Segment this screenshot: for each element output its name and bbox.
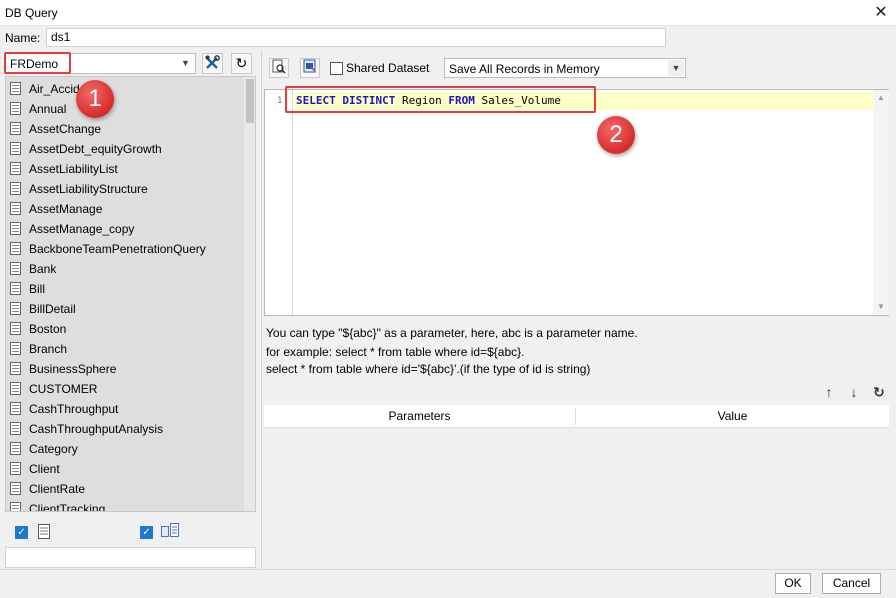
list-item[interactable]: AssetLiabilityList	[6, 159, 244, 179]
table-icon	[10, 442, 21, 455]
help-line-1: You can type "${abc}" as a parameter, he…	[266, 326, 638, 340]
shared-dataset-checkbox[interactable]	[330, 62, 343, 75]
annotation-box-sql	[285, 86, 596, 113]
tools-icon	[205, 55, 220, 69]
table-icon	[10, 242, 21, 255]
table-icon	[10, 142, 21, 155]
move-down-icon[interactable]: ↓	[846, 384, 862, 400]
table-icon	[10, 262, 21, 275]
table-icon	[10, 342, 21, 355]
scroll-down-icon[interactable]: ▼	[873, 302, 889, 311]
list-item[interactable]: AssetLiabilityStructure	[6, 179, 244, 199]
preview-button[interactable]	[269, 58, 289, 78]
chevron-down-icon[interactable]: ▼	[178, 56, 193, 71]
table-icon	[10, 102, 21, 115]
list-item[interactable]: CashThroughput	[6, 399, 244, 419]
show-views-checkbox[interactable]: ✓	[140, 526, 153, 539]
table-icon	[10, 162, 21, 175]
list-item[interactable]: AssetManage	[6, 199, 244, 219]
panel-divider	[261, 51, 262, 569]
list-item[interactable]: BusinessSphere	[6, 359, 244, 379]
line-gutter: 1	[265, 90, 293, 315]
table-icon	[10, 482, 21, 495]
list-item[interactable]: Annual	[6, 99, 244, 119]
table-icon	[10, 422, 21, 435]
annotation-box-datasource	[4, 52, 71, 74]
show-tables-checkbox[interactable]: ✓	[15, 526, 28, 539]
editor-scrollbar[interactable]: ▲ ▼	[873, 90, 889, 315]
help-line-3: select * from table where id='${abc}'.(i…	[266, 362, 591, 376]
list-item[interactable]: AssetManage_copy	[6, 219, 244, 239]
chevron-down-icon[interactable]: ▼	[668, 60, 684, 76]
table-filter-input[interactable]	[5, 547, 256, 568]
memory-mode-selected: Save All Records in Memory	[449, 62, 600, 76]
name-label: Name:	[5, 31, 41, 45]
list-item[interactable]: Bill	[6, 279, 244, 299]
list-item[interactable]: Client	[6, 459, 244, 479]
table-icon	[10, 202, 21, 215]
table-icon	[10, 122, 21, 135]
preview-icon	[272, 59, 286, 74]
table-icon	[10, 302, 21, 315]
column-header-value[interactable]: Value	[576, 409, 889, 423]
table-icon	[10, 282, 21, 295]
sql-editor[interactable]: 1 SELECT DISTINCT Region FROM Sales_Volu…	[264, 89, 889, 316]
table-icon	[10, 502, 21, 511]
list-item[interactable]: CashThroughputAnalysis	[6, 419, 244, 439]
refresh-icon: ↻	[235, 55, 248, 71]
list-item[interactable]: BillDetail	[6, 299, 244, 319]
ok-button[interactable]: OK	[775, 573, 811, 594]
list-item[interactable]: Bank	[6, 259, 244, 279]
table-list-scrollbar[interactable]	[244, 77, 255, 511]
query-builder-icon	[303, 59, 316, 73]
table-icon	[10, 362, 21, 375]
annotation-badge-2: 2	[597, 116, 635, 154]
help-line-2: for example: select * from table where i…	[266, 345, 525, 359]
table-icon	[10, 462, 21, 475]
annotation-badge-1: 1	[76, 80, 114, 118]
table-icon	[10, 182, 21, 195]
table-list[interactable]: Air_Accid Annual AssetChange AssetDebt_e…	[5, 76, 256, 512]
title-bar: DB Query ✕	[0, 0, 896, 26]
table-icon	[10, 402, 21, 415]
list-item[interactable]: ClientTracking	[6, 499, 244, 511]
dialog-footer	[0, 569, 896, 598]
scroll-up-icon[interactable]: ▲	[873, 93, 889, 102]
connection-settings-button[interactable]	[202, 53, 223, 74]
list-item[interactable]: Air_Accid	[6, 79, 244, 99]
move-up-icon[interactable]: ↑	[821, 384, 837, 400]
list-item[interactable]: CUSTOMER	[6, 379, 244, 399]
list-item[interactable]: Category	[6, 439, 244, 459]
memory-mode-select[interactable]: Save All Records in Memory ▼	[444, 58, 686, 78]
parameter-table-header: Parameters Value	[264, 405, 889, 428]
table-icon	[10, 222, 21, 235]
column-header-parameters[interactable]: Parameters	[264, 409, 575, 423]
sql-builder-button[interactable]	[300, 58, 320, 78]
table-icon	[10, 322, 21, 335]
line-number: 1	[277, 96, 283, 106]
window-title: DB Query	[5, 6, 58, 20]
view-type-icon	[161, 523, 179, 542]
cancel-button[interactable]: Cancel	[822, 573, 881, 594]
list-item[interactable]: Branch	[6, 339, 244, 359]
table-icon	[10, 382, 21, 395]
shared-dataset-label: Shared Dataset	[346, 61, 430, 75]
close-icon[interactable]: ✕	[870, 3, 892, 23]
list-item[interactable]: Boston	[6, 319, 244, 339]
list-item[interactable]: BackboneTeamPenetrationQuery	[6, 239, 244, 259]
refresh-button[interactable]: ↻	[231, 53, 252, 74]
table-icon	[10, 82, 21, 95]
list-item[interactable]: ClientRate	[6, 479, 244, 499]
scrollbar-thumb[interactable]	[246, 79, 254, 123]
refresh-params-icon[interactable]: ↻	[871, 384, 887, 401]
table-type-icon	[38, 524, 50, 542]
parameter-table[interactable]: Parameters Value	[264, 405, 889, 568]
list-item[interactable]: AssetDebt_equityGrowth	[6, 139, 244, 159]
dataset-name-input[interactable]: ds1	[46, 28, 666, 47]
list-item[interactable]: AssetChange	[6, 119, 244, 139]
